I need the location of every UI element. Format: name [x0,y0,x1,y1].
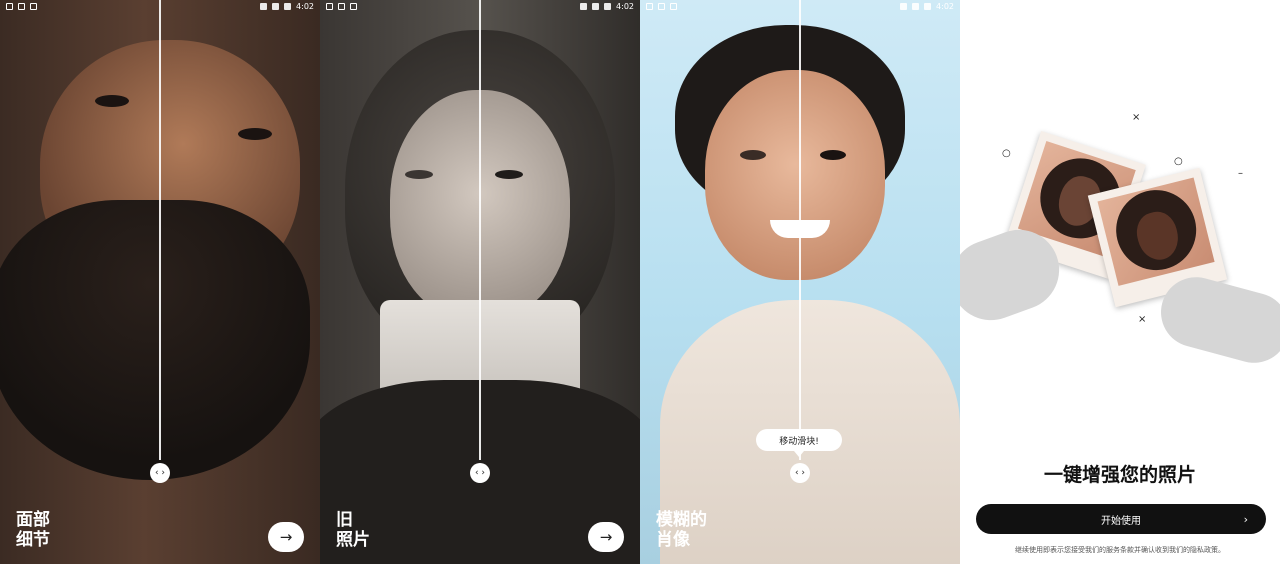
key-icon [580,2,588,10]
welcome-heading: 一键增强您的照片 [1043,464,1196,486]
start-button-label: 开始使用 [1101,515,1141,527]
status-bar: 4:02 [960,0,1280,12]
decor-cross-icon: × [1138,314,1147,325]
drag-icon: ‹ › [794,468,806,478]
battery-icon [604,2,612,10]
status-bar: 4:02 [0,0,320,12]
screen-title: 模糊的 肖像 [656,510,707,550]
screen-title: 旧 照片 [336,510,370,550]
notification-icon [658,2,665,10]
notification-icon [6,2,13,10]
decor-dash-icon: – [1238,168,1243,179]
status-time: 4:02 [1256,1,1274,11]
decor-circle-icon: ○ [1174,156,1183,167]
arrow-right-icon: → [279,528,293,546]
arrow-right-icon: → [599,528,613,546]
compare-divider [159,0,161,460]
status-time: 4:02 [936,1,954,11]
key-icon [900,2,908,10]
compare-divider [799,0,801,460]
notification-icon [646,2,653,10]
wifi-icon [272,2,280,10]
status-time: 4:02 [296,1,314,11]
status-bar: 4:02 [320,0,640,12]
portrait-eye [95,95,129,107]
notification-icon [978,2,985,10]
notification-icon [670,2,677,10]
battery-icon [1244,2,1252,10]
notification-icon [326,2,333,10]
onboarding-screen-face-details: 4:02 ‹ › 面部 细节 → [0,0,320,564]
wifi-icon [1232,2,1240,10]
decor-cross-icon: × [1132,112,1141,123]
chevron-right-icon: › [1243,512,1248,526]
onboarding-strip: 4:02 ‹ › 面部 细节 → 4:02 ‹ › 旧 照片 → 4:02 移动… [0,0,1280,564]
status-bar: 4:02 [640,0,960,12]
compare-divider [479,0,481,460]
next-button[interactable]: → [268,522,304,552]
notification-icon [350,2,357,10]
drag-icon: ‹ › [474,468,486,478]
notification-icon [990,2,997,10]
battery-icon [924,2,932,10]
drag-icon: ‹ › [154,468,166,478]
next-button[interactable]: → [588,522,624,552]
onboarding-screen-welcome: 4:02 × ○ × – ○ 一键增强您的照片 开始使用 › 继续使用即表示您接… [960,0,1280,564]
key-icon [260,2,268,10]
terms-text[interactable]: 继续使用即表示您接受我们的服务条款并确认收到我们的隐私政策。 [960,545,1280,555]
slider-handle[interactable]: ‹ › [790,463,810,483]
notification-icon [338,2,345,10]
slider-handle[interactable]: ‹ › [150,463,170,483]
notification-icon [18,2,25,10]
key-icon [1220,2,1228,10]
portrait-face [705,70,885,280]
slider-handle[interactable]: ‹ › [470,463,490,483]
portrait-eye [820,150,846,160]
portrait-eye [495,170,523,179]
onboarding-screen-blurry-portrait: 4:02 移动滑块! ‹ › 模糊的 肖像 [640,0,960,564]
start-button[interactable]: 开始使用 › [976,504,1266,534]
portrait-beard [0,200,310,480]
portrait-eye [740,150,766,160]
slider-tooltip: 移动滑块! [756,429,842,457]
portrait-eye [238,128,272,140]
decor-circle-icon: ○ [1002,148,1011,159]
onboarding-screen-old-photos: 4:02 ‹ › 旧 照片 → [320,0,640,564]
wifi-icon [592,2,600,10]
notification-icon [30,2,37,10]
screen-title: 面部 细节 [16,510,50,550]
portrait-eye [405,170,433,179]
battery-icon [284,2,292,10]
right-hand-illustration [1153,269,1280,371]
status-time: 4:02 [616,1,634,11]
notification-icon [966,2,973,10]
wifi-icon [912,2,920,10]
